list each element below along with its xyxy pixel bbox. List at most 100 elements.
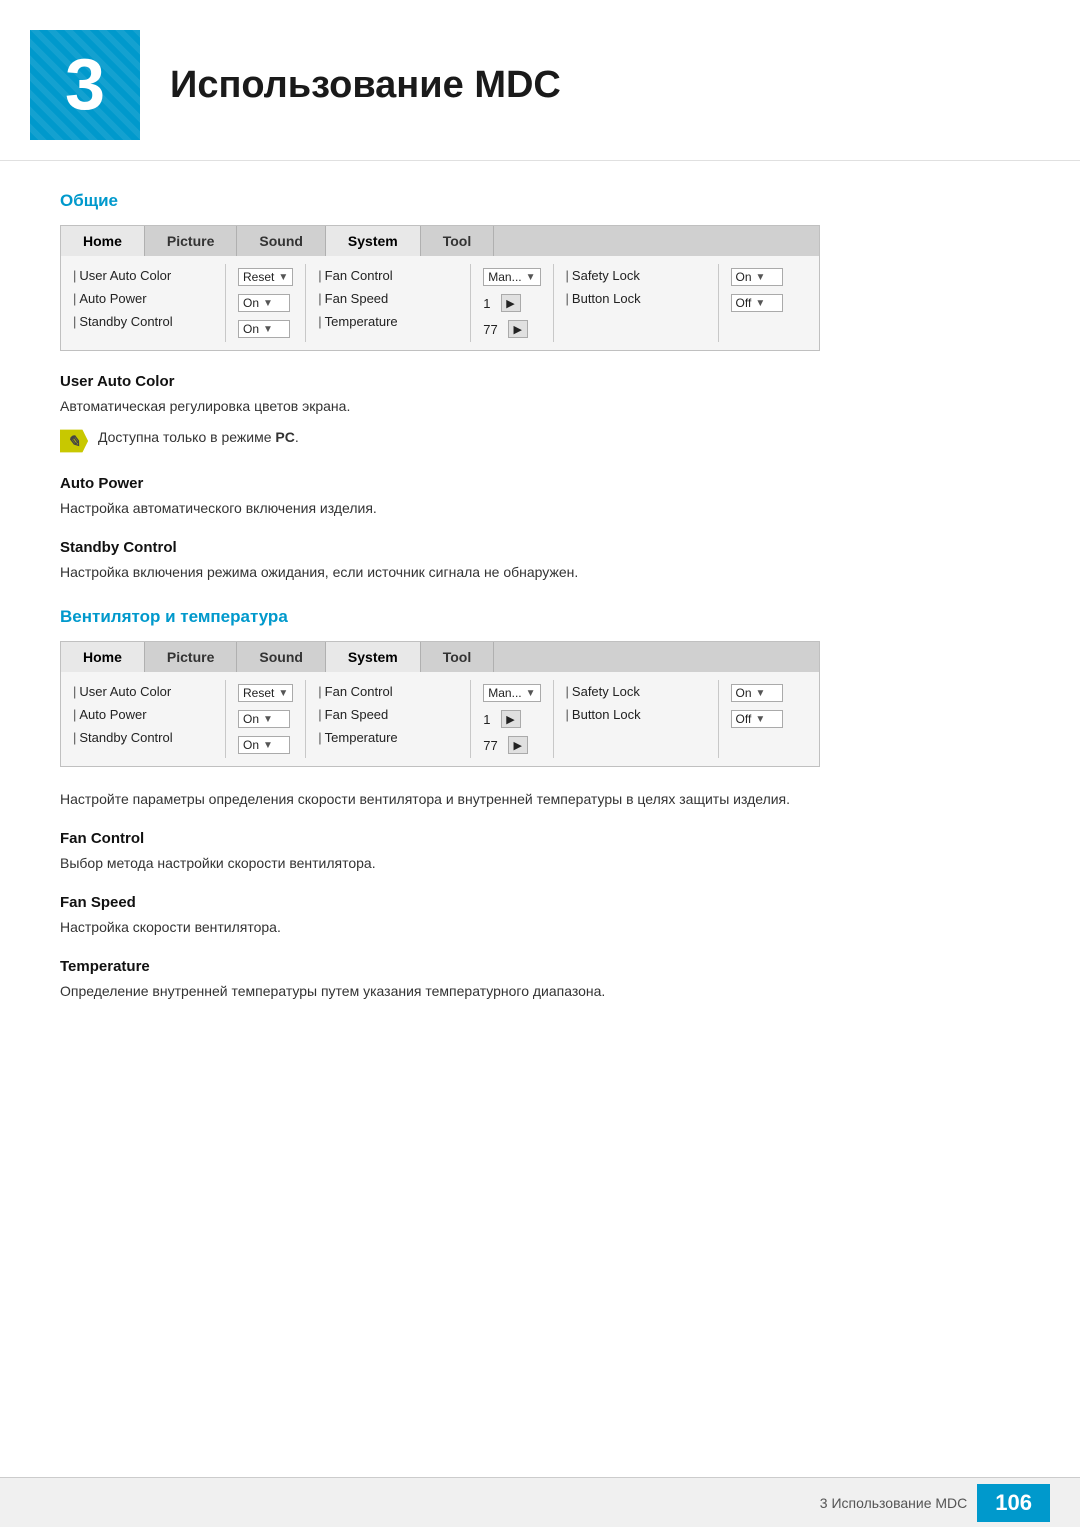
dropdown-fan-control[interactable]: Man... ▼ xyxy=(483,268,540,286)
label2-auto-power: Auto Power xyxy=(73,707,147,722)
text-fan-speed: Настройка скорости вентилятора. xyxy=(60,917,1020,938)
footer-text: 3 Использование MDC xyxy=(820,1495,968,1511)
tab2-sound[interactable]: Sound xyxy=(237,642,326,672)
section-title-general: Общие xyxy=(60,191,1020,211)
label2-temperature: Temperature xyxy=(318,730,397,745)
sub-heading-fan-speed: Fan Speed xyxy=(60,894,1020,911)
fan-speed-arrow[interactable]: ▶ xyxy=(501,294,521,312)
label2-fan-speed: Fan Speed xyxy=(318,707,388,722)
mdc-table-body-fan-temp: User Auto Color Auto Power Standby Contr… xyxy=(61,672,819,766)
mdc-col2-controls-1: Reset ▼ On ▼ On ▼ xyxy=(226,680,306,758)
label-auto-power: Auto Power xyxy=(73,291,147,306)
mdc-col2-controls-2: Man... ▼ 1 ▶ 77 ▶ xyxy=(471,680,553,758)
tab2-system[interactable]: System xyxy=(326,642,421,672)
main-content: Общие Home Picture Sound System Tool Use… xyxy=(0,191,1080,1070)
dropdown-arrow: ▼ xyxy=(755,298,765,309)
mdc-table-fan-temp: Home Picture Sound System Tool User Auto… xyxy=(60,641,820,767)
note-box-pc: ✎ Доступна только в режиме PC. xyxy=(60,427,1020,455)
mdc-col-labels-1: User Auto Color Auto Power Standby Contr… xyxy=(61,264,226,342)
dropdown-auto-power[interactable]: On ▼ xyxy=(238,294,290,312)
sub-heading-auto-power: Auto Power xyxy=(60,475,1020,492)
dropdown-safety-lock[interactable]: On ▼ xyxy=(731,268,783,286)
label2-fan-control: Fan Control xyxy=(318,684,392,699)
mdc-table-general: Home Picture Sound System Tool User Auto… xyxy=(60,225,820,351)
dropdown-arrow: ▼ xyxy=(263,324,273,335)
pencil-icon: ✎ xyxy=(60,427,88,455)
svg-text:✎: ✎ xyxy=(67,434,80,451)
dropdown2-button-lock[interactable]: Off ▼ xyxy=(731,710,783,728)
dropdown-arrow: ▼ xyxy=(755,714,765,725)
tab-tool[interactable]: Tool xyxy=(421,226,495,256)
mdc-col-controls-1: Reset ▼ On ▼ On ▼ xyxy=(226,264,306,342)
dropdown-arrow: ▼ xyxy=(526,688,536,699)
dropdown-arrow: ▼ xyxy=(263,714,273,725)
text-temperature: Определение внутренней температуры путем… xyxy=(60,981,1020,1002)
chapter-header: 3 Использование MDC xyxy=(0,0,1080,161)
mdc-row-user-auto-color: User Auto Color xyxy=(71,264,215,287)
tab-sound[interactable]: Sound xyxy=(237,226,326,256)
mdc-col2-controls-3: On ▼ Off ▼ xyxy=(719,680,795,758)
mdc-col2-labels-2: Fan Control Fan Speed Temperature xyxy=(306,680,471,758)
tab2-home[interactable]: Home xyxy=(61,642,145,672)
text-standby-control: Настройка включения режима ожидания, есл… xyxy=(60,562,1020,583)
dropdown2-reset[interactable]: Reset ▼ xyxy=(238,684,293,702)
temperature-arrow[interactable]: ▶ xyxy=(508,320,528,338)
mdc-col-labels-2: Fan Control Fan Speed Temperature xyxy=(306,264,471,342)
text-fan-temp-intro: Настройте параметры определения скорости… xyxy=(60,789,1020,810)
dropdown-arrow: ▼ xyxy=(263,298,273,309)
mdc-col-labels-3: Safety Lock Button Lock xyxy=(554,264,719,342)
note-text-pc: Доступна только в режиме PC. xyxy=(98,427,299,448)
dropdown-arrow: ▼ xyxy=(756,688,766,699)
dropdown2-safety-lock[interactable]: On ▼ xyxy=(731,684,783,702)
note-icon: ✎ xyxy=(60,427,88,455)
fan-speed2-arrow[interactable]: ▶ xyxy=(501,710,521,728)
mdc-col-controls-2: Man... ▼ 1 ▶ 77 ▶ xyxy=(471,264,553,342)
mdc-table-body-general: User Auto Color Auto Power Standby Contr… xyxy=(61,256,819,350)
tab-home[interactable]: Home xyxy=(61,226,145,256)
tab-picture[interactable]: Picture xyxy=(145,226,237,256)
mdc-row-standby-control: Standby Control xyxy=(71,310,215,333)
text-fan-control: Выбор метода настройки скорости вентилят… xyxy=(60,853,1020,874)
mdc-col-controls-3: On ▼ Off ▼ xyxy=(719,264,795,342)
sub-heading-temperature: Temperature xyxy=(60,958,1020,975)
section-title-fan-temp: Вентилятор и температура xyxy=(60,607,1020,627)
tab2-picture[interactable]: Picture xyxy=(145,642,237,672)
page-footer: 3 Использование MDC 106 xyxy=(0,1477,1080,1527)
label2-user-auto-color: User Auto Color xyxy=(73,684,171,699)
tab2-tool[interactable]: Tool xyxy=(421,642,495,672)
sub-heading-fan-control: Fan Control xyxy=(60,830,1020,847)
mdc-row-auto-power: Auto Power xyxy=(71,287,215,310)
dropdown-button-lock[interactable]: Off ▼ xyxy=(731,294,783,312)
dropdown-standby[interactable]: On ▼ xyxy=(238,320,290,338)
footer-page-number: 106 xyxy=(977,1484,1050,1522)
dropdown-arrow: ▼ xyxy=(263,740,273,751)
chapter-number: 3 xyxy=(30,30,140,140)
dropdown-arrow: ▼ xyxy=(756,272,766,283)
dropdown-reset[interactable]: Reset ▼ xyxy=(238,268,293,286)
label-fan-speed: Fan Speed xyxy=(318,291,388,306)
dropdown2-auto-power[interactable]: On ▼ xyxy=(238,710,290,728)
mdc-tab-row: Home Picture Sound System Tool xyxy=(61,226,819,256)
dropdown2-standby[interactable]: On ▼ xyxy=(238,736,290,754)
label2-standby-control: Standby Control xyxy=(73,730,173,745)
label-fan-control: Fan Control xyxy=(318,268,392,283)
mdc-col2-labels-3: Safety Lock Button Lock xyxy=(554,680,719,758)
mdc-col2-labels-1: User Auto Color Auto Power Standby Contr… xyxy=(61,680,226,758)
text-auto-power: Настройка автоматического включения изде… xyxy=(60,498,1020,519)
chapter-title: Использование MDC xyxy=(170,64,561,107)
tab-system[interactable]: System xyxy=(326,226,421,256)
label-button-lock: Button Lock xyxy=(566,291,641,306)
mdc-tab-row-2: Home Picture Sound System Tool xyxy=(61,642,819,672)
text-user-auto-color: Автоматическая регулировка цветов экрана… xyxy=(60,396,1020,417)
label-temperature: Temperature xyxy=(318,314,397,329)
label-user-auto-color: User Auto Color xyxy=(73,268,171,283)
sub-heading-standby-control: Standby Control xyxy=(60,539,1020,556)
dropdown-arrow: ▼ xyxy=(278,688,288,699)
dropdown2-fan-control[interactable]: Man... ▼ xyxy=(483,684,540,702)
dropdown-arrow: ▼ xyxy=(278,272,288,283)
temperature2-arrow[interactable]: ▶ xyxy=(508,736,528,754)
label-standby-control: Standby Control xyxy=(73,314,173,329)
label2-button-lock: Button Lock xyxy=(566,707,641,722)
label2-safety-lock: Safety Lock xyxy=(566,684,640,699)
dropdown-arrow: ▼ xyxy=(526,272,536,283)
